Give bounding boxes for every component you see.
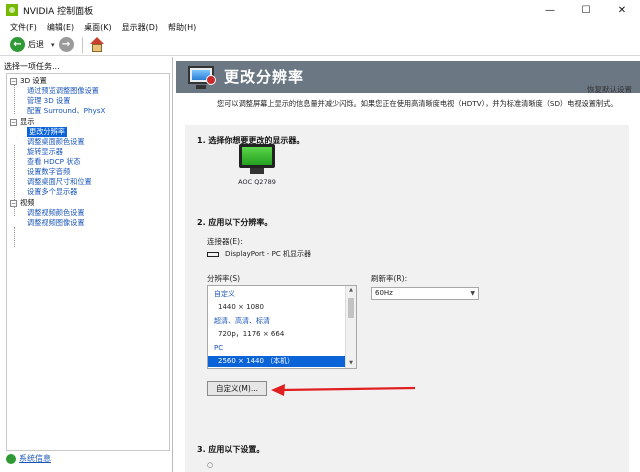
chevron-down-icon: ▼: [470, 290, 475, 297]
display-name: AOC Q2789: [238, 178, 276, 186]
tree-item-surround-physx[interactable]: 配置 Surround、PhysX: [27, 106, 105, 116]
connector-label: 连接器(E):: [207, 237, 243, 246]
tree-item-rotate-display[interactable]: 旋转显示器: [27, 147, 63, 157]
resolution-option-selected[interactable]: 2560 × 1440 （本机）: [208, 356, 346, 367]
collapse-icon[interactable]: −: [10, 119, 17, 126]
tree-item-digital-audio[interactable]: 设置数字音频: [27, 167, 70, 177]
refresh-rate-label: 刷新率(R):: [371, 274, 408, 283]
section-apply-resolution-title: 2. 应用以下分辨率。: [197, 218, 273, 227]
monitor-icon: [236, 142, 278, 176]
display-option[interactable]: AOC Q2789: [235, 142, 279, 186]
tree-category-video[interactable]: − 视频: [10, 198, 34, 208]
resolution-group-custom: 自定义: [214, 290, 235, 298]
page-description: 您可以调整屏幕上显示的信息量并减少闪烁。如果您正在使用高清晰度电视（HDTV），…: [217, 99, 618, 108]
task-pane: 选择一项任务... −3D 设置 通过预览调整图像设置 管理 3D 设置 配置 …: [0, 57, 173, 472]
content-pane: ▲ 更改分辨率 恢复默认设置 您可以调整屏幕上显示的信息量并减少闪烁。如果您正在…: [176, 57, 640, 472]
displayport-icon: [207, 251, 219, 257]
tree-item-multiple-displays[interactable]: 设置多个显示器: [27, 187, 77, 197]
resolution-group-pc: PC: [214, 344, 224, 352]
tree-connector: [14, 84, 15, 114]
tree-connector: [14, 227, 15, 247]
tree-category-3d[interactable]: −3D 设置: [10, 76, 47, 86]
connector-value: DisplayPort - PC 机显示器: [207, 249, 311, 259]
page-title: 更改分辨率: [224, 68, 305, 86]
resolution-list-scrollbar[interactable]: ▲ ▼: [345, 286, 356, 368]
collapse-icon[interactable]: −: [10, 200, 17, 207]
resolution-list[interactable]: 自定义 1440 × 1080 超清、高清、标清 720p，1176 × 664…: [207, 285, 357, 369]
toolbar: ← 后退 ▾ →: [0, 34, 640, 56]
info-icon: [6, 453, 16, 464]
home-icon[interactable]: [89, 36, 105, 53]
custom-resolution-button[interactable]: 自定义(M)...: [207, 381, 267, 396]
resolution-group-hd: 超清、高清、标清: [214, 317, 270, 325]
display-settings-icon: [186, 65, 218, 91]
menu-help[interactable]: 帮助(H): [168, 22, 196, 33]
window-title: NVIDIA 控制面板: [23, 6, 94, 17]
restore-defaults-link[interactable]: 恢复默认设置: [587, 84, 632, 95]
forward-arrow-icon[interactable]: →: [58, 37, 74, 52]
back-arrow-icon[interactable]: ←: [10, 37, 25, 52]
refresh-rate-value: 60Hz: [375, 289, 393, 297]
task-tree[interactable]: −3D 设置 通过预览调整图像设置 管理 3D 设置 配置 Surround、P…: [6, 73, 170, 451]
tree-item-preview-image[interactable]: 通过预览调整图像设置: [27, 86, 99, 96]
menu-edit[interactable]: 编辑(E): [47, 22, 74, 33]
minimize-button[interactable]: —: [532, 0, 568, 20]
tree-item-video-image[interactable]: 调整视频图像设置: [27, 218, 85, 228]
scrollbar-thumb[interactable]: [348, 298, 354, 318]
annotation-arrow: [271, 384, 416, 396]
tree-item-manage-3d[interactable]: 管理 3D 设置: [27, 96, 70, 106]
system-info-label: 系统信息: [19, 454, 51, 463]
tree-item-desktop-size[interactable]: 调整桌面尺寸和位置: [27, 177, 92, 187]
refresh-rate-select[interactable]: 60Hz ▼: [371, 287, 479, 300]
resolution-label: 分辨率(S): [207, 274, 241, 283]
back-button-label[interactable]: 后退: [28, 39, 44, 50]
settings-panel: 1. 选择你想要更改的显示器。 AOC Q2789 2. 应用以下分辨率。 连接…: [185, 125, 629, 472]
scroll-up-icon[interactable]: ▲: [346, 287, 356, 293]
scroll-down-icon[interactable]: ▼: [346, 360, 356, 366]
task-pane-label: 选择一项任务...: [4, 62, 60, 71]
close-button[interactable]: ✕: [604, 0, 640, 20]
connector-text: DisplayPort - PC 机显示器: [225, 250, 311, 258]
title-bar: NVIDIA 控制面板 — ☐ ✕: [0, 0, 640, 20]
tree-category-display[interactable]: − 显示: [10, 117, 34, 127]
menu-file[interactable]: 文件(F): [10, 22, 37, 33]
maximize-button[interactable]: ☐: [568, 0, 604, 20]
menu-display[interactable]: 显示器(D): [122, 22, 158, 33]
partial-option-row: ○: [207, 461, 214, 469]
history-dropdown-icon[interactable]: ▾: [51, 41, 55, 49]
tree-item-change-resolution[interactable]: 更改分辨率: [27, 127, 67, 137]
nvidia-logo-icon: [6, 4, 18, 16]
page-banner: 更改分辨率: [176, 61, 640, 93]
menu-bar: 文件(F) 编辑(E) 桌面(K) 显示器(D) 帮助(H): [0, 20, 640, 34]
tree-item-hdcp-status[interactable]: 查看 HDCP 状态: [27, 157, 81, 167]
tree-item-desktop-color[interactable]: 调整桌面颜色设置: [27, 137, 85, 147]
resolution-option[interactable]: 1440 × 1080: [208, 302, 346, 313]
menu-desktop[interactable]: 桌面(K): [84, 22, 112, 33]
system-info-link[interactable]: 系统信息: [6, 453, 51, 464]
tree-item-video-color[interactable]: 调整视频颜色设置: [27, 208, 85, 218]
collapse-icon[interactable]: −: [10, 78, 17, 85]
window-controls: — ☐ ✕: [532, 0, 640, 20]
resolution-option[interactable]: 720p，1176 × 664: [208, 329, 346, 340]
section-apply-settings-title: 3. 应用以下设置。: [197, 445, 265, 454]
toolbar-divider: [81, 36, 83, 53]
